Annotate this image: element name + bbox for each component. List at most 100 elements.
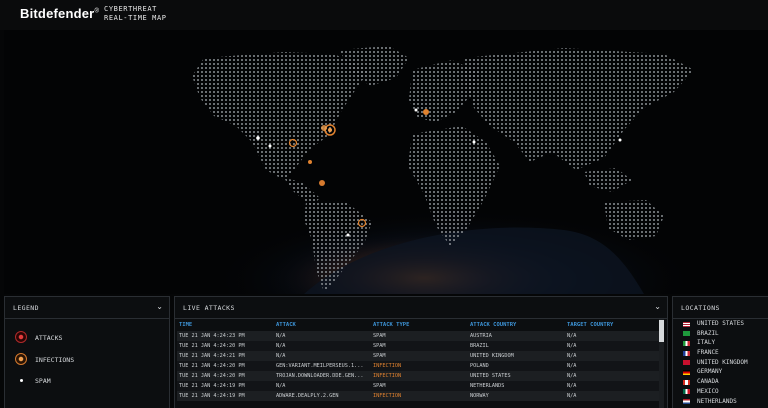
netherlands-flag-icon	[683, 399, 690, 404]
legend-label: SPAM	[35, 377, 51, 385]
title-line-2: REAL-TIME MAP	[104, 14, 167, 22]
table-row[interactable]: TUE 21 JAN 4:24:21 PM N/A SPAM UNITED KI…	[177, 351, 661, 361]
uk-flag-icon	[683, 360, 690, 366]
cell-attack-type: INFECTION	[371, 361, 468, 371]
cell-target-country: N/A	[565, 351, 661, 361]
table-row[interactable]: TUE 21 JAN 4:24:19 PM N/A SPAM NETHERLAN…	[177, 381, 661, 391]
italy-flag-icon	[683, 340, 690, 346]
table-row[interactable]: TUE 21 JAN 4:24:20 PM TROJAN.DOWNLOADER.…	[177, 371, 661, 381]
mexico-flag-icon	[683, 389, 690, 395]
cell-time: TUE 21 JAN 4:24:23 PM	[177, 331, 274, 341]
spam-marker[interactable]	[618, 138, 622, 142]
list-item[interactable]: MEXICO	[673, 387, 768, 397]
column-header-attack[interactable]: ATTACK	[274, 319, 371, 331]
legend-label: INFECTIONS	[35, 356, 75, 364]
location-name: NETHERLANDS	[697, 397, 737, 405]
list-item[interactable]: BRAZIL	[673, 329, 768, 339]
list-item[interactable]: UNITED KINGDOM	[673, 358, 768, 368]
location-name: FRANCE	[697, 349, 719, 357]
table-row[interactable]: TUE 21 JAN 4:24:23 PM N/A SPAM AUSTRIA N…	[177, 331, 661, 341]
column-header-target-country[interactable]: TARGET COUNTRY	[565, 319, 661, 331]
location-name: UNITED STATES	[697, 320, 744, 327]
legend-header[interactable]: LEGEND ⌄	[5, 297, 169, 319]
spam-marker[interactable]	[268, 144, 272, 148]
attack-ring-icon	[15, 331, 27, 343]
spam-marker[interactable]	[472, 140, 476, 144]
cell-attack: N/A	[274, 341, 371, 351]
germany-flag-icon	[683, 369, 690, 375]
locations-title: LOCATIONS	[681, 304, 720, 312]
column-header-attack-type[interactable]: ATTACK TYPE	[371, 319, 468, 331]
table-row[interactable]: TUE 21 JAN 4:24:19 PM ADWARE.DEALPLY.2.G…	[177, 391, 661, 401]
world-threat-map[interactable]	[4, 30, 768, 294]
france-flag-icon	[683, 350, 690, 356]
infection-marker-core	[328, 128, 332, 132]
list-item[interactable]: NETHERLANDS	[673, 397, 768, 407]
cell-attack: ADWARE.DEALPLY.2.GEN	[274, 391, 371, 401]
spam-marker[interactable]	[346, 233, 350, 237]
column-header-attack-country[interactable]: ATTACK COUNTRY	[468, 319, 565, 331]
location-name: MEXICO	[697, 387, 719, 395]
table-scrollbar[interactable]	[659, 319, 664, 408]
cell-time: TUE 21 JAN 4:24:20 PM	[177, 371, 274, 381]
top-header: Bitdefender® CYBERTHREAT REAL-TIME MAP	[0, 0, 768, 30]
chevron-down-icon[interactable]: ⌄	[654, 302, 661, 311]
list-item[interactable]: FRANCE	[673, 348, 768, 358]
live-attacks-header[interactable]: LIVE ATTACKS ⌄	[175, 297, 667, 319]
live-attacks-panel: LIVE ATTACKS ⌄ TIME ATTACK ATTACK TYPE A…	[174, 296, 668, 408]
title-line-1: CYBERTHREAT	[104, 5, 157, 13]
cell-attack-country: BRAZIL	[468, 341, 565, 351]
cell-time: TUE 21 JAN 4:24:20 PM	[177, 361, 274, 371]
cell-time: TUE 21 JAN 4:24:19 PM	[177, 391, 274, 401]
cell-attack: N/A	[274, 331, 371, 341]
brazil-flag-icon	[683, 331, 690, 337]
cell-target-country: N/A	[565, 371, 661, 381]
spam-marker[interactable]	[256, 136, 260, 140]
table-row[interactable]: TUE 21 JAN 4:24:20 PM GEN:VARIANT.MEILPE…	[177, 361, 661, 371]
cell-target-country: N/A	[565, 331, 661, 341]
cell-time: TUE 21 JAN 4:24:19 PM	[177, 381, 274, 391]
cell-attack: TROJAN.DOWNLOADER.DDE.GEN...	[274, 371, 371, 381]
locations-header[interactable]: LOCATIONS	[673, 297, 768, 319]
cell-attack-country: AUSTRIA	[468, 331, 565, 341]
bitdefender-logo[interactable]: Bitdefender®	[20, 6, 99, 21]
legend-label: ATTACKS	[35, 334, 63, 342]
location-name: BRAZIL	[697, 329, 719, 337]
cell-attack-country: UNITED STATES	[468, 371, 565, 381]
legend-panel: LEGEND ⌄ ATTACKS INFECTIONS SPAM	[4, 296, 170, 408]
cell-attack-country: NORWAY	[468, 391, 565, 401]
us-flag-icon	[683, 321, 690, 327]
cell-attack-type: INFECTION	[371, 391, 468, 401]
cell-time: TUE 21 JAN 4:24:21 PM	[177, 351, 274, 361]
cell-target-country: N/A	[565, 391, 661, 401]
table-row[interactable]: TUE 21 JAN 4:24:20 PM N/A SPAM BRAZIL N/…	[177, 341, 661, 351]
infection-marker[interactable]	[308, 160, 312, 164]
column-header-time[interactable]: TIME	[177, 319, 274, 331]
locations-list: UNITED STATES BRAZIL ITALY FRANCE UNITED…	[673, 319, 768, 406]
location-name: ITALY	[697, 339, 716, 347]
cell-attack-country: POLAND	[468, 361, 565, 371]
cell-attack-type: INFECTION	[371, 371, 468, 381]
spam-marker[interactable]	[414, 108, 418, 112]
chevron-down-icon[interactable]: ⌄	[156, 302, 163, 311]
live-attacks-table: TIME ATTACK ATTACK TYPE ATTACK COUNTRY T…	[177, 319, 661, 401]
scrollbar-thumb[interactable]	[659, 320, 664, 342]
location-name: GERMANY	[697, 368, 723, 376]
cell-attack-type: SPAM	[371, 341, 468, 351]
world-map-svg	[192, 46, 694, 294]
list-item[interactable]: UNITED STATES	[673, 319, 768, 329]
cell-attack: N/A	[274, 381, 371, 391]
list-item[interactable]: GERMANY	[673, 367, 768, 377]
infection-marker[interactable]	[319, 180, 325, 186]
cell-attack-type: SPAM	[371, 351, 468, 361]
location-name: UNITED KINGDOM	[697, 358, 748, 366]
legend-title: LEGEND	[13, 304, 39, 312]
infection-ring-icon	[15, 353, 27, 365]
cell-attack-type: SPAM	[371, 381, 468, 391]
infection-marker[interactable]	[423, 109, 429, 115]
locations-panel: LOCATIONS UNITED STATES BRAZIL ITALY FRA…	[672, 296, 768, 408]
location-name: CANADA	[697, 378, 719, 386]
list-item[interactable]: CANADA	[673, 377, 768, 387]
list-item[interactable]: ITALY	[673, 338, 768, 348]
infection-marker[interactable]	[321, 125, 327, 131]
